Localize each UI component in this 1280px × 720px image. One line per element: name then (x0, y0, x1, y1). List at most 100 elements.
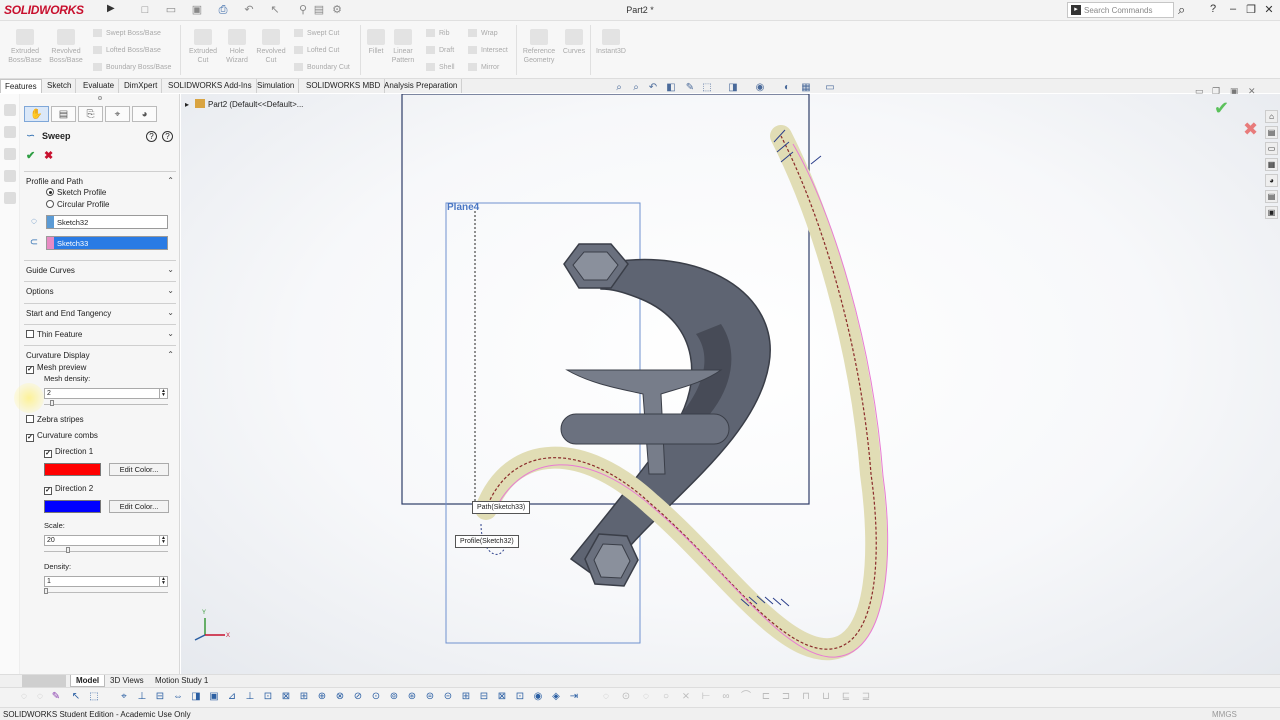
property-manager-tab[interactable]: ✋ (24, 106, 49, 122)
tool-icon[interactable]: ⊕ (316, 691, 328, 703)
tool-icon[interactable]: ⊓ (800, 691, 812, 703)
tool-icon[interactable]: ⊿ (226, 691, 238, 703)
swept-cut-button[interactable]: Swept Cut (294, 29, 339, 37)
direction2-checkbox[interactable]: ✓ Direction 2 (44, 484, 93, 495)
tool-icon[interactable]: ◌ (34, 691, 46, 703)
curves-button[interactable]: Curves (561, 29, 587, 56)
tool-icon[interactable]: ⊜ (424, 691, 436, 703)
zoom-to-fit-icon[interactable]: ⌕ (613, 82, 625, 94)
sketch-profile-radio[interactable]: Sketch Profile (46, 188, 106, 197)
close-icon[interactable]: ✕ (1262, 3, 1276, 16)
tab-analysis-preparation[interactable]: Analysis Preparation (380, 79, 463, 93)
tool-icon[interactable]: ⊝ (442, 691, 454, 703)
tab-dimxpert[interactable]: DimXpert (120, 79, 163, 93)
rib-button[interactable]: Rib (426, 29, 450, 37)
tool-icon[interactable]: ⊢ (700, 691, 712, 703)
hide-show-items-icon[interactable]: ◉ (754, 82, 766, 94)
tool-icon[interactable]: ◉ (532, 691, 544, 703)
panel-grip[interactable] (98, 96, 102, 100)
tool-icon[interactable]: ⊒ (860, 691, 872, 703)
open-icon[interactable]: ▭ (164, 3, 178, 17)
section-start-end-tangency[interactable]: Start and End Tangency ⌄ (24, 303, 176, 321)
tab-model[interactable]: Model (70, 675, 106, 687)
save-icon[interactable]: ▣ (190, 3, 204, 17)
edit-color-button-1[interactable]: Edit Color... (109, 463, 169, 476)
spin-arrows-icon[interactable]: ▲ ▼ (159, 577, 167, 586)
ok-button[interactable]: ✔ (26, 149, 35, 162)
tool-icon[interactable]: ⊥ (244, 691, 256, 703)
tool-icon[interactable]: ↖ (70, 691, 82, 703)
linear-pattern-button[interactable]: Linear Pattern (389, 29, 417, 65)
tab-solidworks-add-ins[interactable]: SOLIDWORKS Add-Ins (164, 79, 257, 93)
slider-knob[interactable] (66, 547, 71, 553)
revolved-boss-button[interactable]: Revolved Boss/Base (47, 29, 85, 65)
tool-icon[interactable]: ⊑ (840, 691, 852, 703)
graphics-area[interactable]: ▸ Part2 (Default<<Default>... Y X Plane4 … (181, 94, 1280, 674)
appearances-icon[interactable]: ◕ (1265, 174, 1278, 187)
extruded-boss-button[interactable]: Extruded Boss/Base (6, 29, 44, 65)
tab-3d-views[interactable]: 3D Views (105, 675, 149, 687)
tool-icon[interactable]: ⌖ (118, 691, 130, 703)
hole-wizard-button[interactable]: Hole Wizard (218, 29, 256, 65)
tool-icon[interactable]: ◨ (190, 691, 202, 703)
configuration-tab[interactable]: ⎘ (78, 106, 103, 122)
section-view-icon[interactable]: ◧ (665, 82, 677, 94)
feature-tree-tab[interactable]: ▤ (51, 106, 76, 122)
display-manager-tab[interactable]: ◕ (132, 106, 157, 122)
instant3d-button[interactable]: Instant3D (593, 29, 629, 56)
slider-knob[interactable] (44, 588, 48, 594)
path-selection-box[interactable]: Sketch33 (46, 236, 168, 250)
shell-button[interactable]: Shell (426, 63, 455, 71)
mesh-preview-checkbox[interactable]: ✓ Mesh preview (26, 363, 86, 374)
tool-icon[interactable]: ⊙ (620, 691, 632, 703)
section-curvature-display[interactable]: Curvature Display ⌃ (24, 345, 176, 363)
tool-icon[interactable]: ⬚ (88, 691, 100, 703)
custom-properties-icon[interactable]: ▤ (1265, 190, 1278, 203)
tab-features[interactable]: Features (0, 79, 42, 93)
circular-profile-radio[interactable]: Circular Profile (46, 200, 109, 209)
intersect-button[interactable]: Intersect (468, 46, 508, 54)
scroll-tabs-icon[interactable] (22, 675, 66, 687)
tool-icon[interactable]: ⊞ (460, 691, 472, 703)
swept-boss-button[interactable]: Swept Boss/Base (93, 29, 161, 37)
tool-icon[interactable]: ▣ (208, 691, 220, 703)
scale-slider[interactable] (44, 546, 168, 553)
display-style-icon[interactable]: ◨ (727, 82, 739, 94)
curvature-combs-checkbox[interactable]: ✓ Curvature combs (26, 431, 98, 442)
tool-icon[interactable]: ⊟ (154, 691, 166, 703)
rebuild-icon[interactable]: ⚲ (296, 3, 310, 17)
tool-icon[interactable]: ∞ (720, 691, 732, 703)
cancel-button[interactable]: ✖ (44, 149, 53, 162)
solidworks-logo[interactable]: SOLIDWORKS (4, 3, 84, 17)
confirm-cancel-icon[interactable]: ✖ (1243, 119, 1258, 140)
reference-geometry-button[interactable]: Reference Geometry (519, 29, 559, 65)
tool-icon[interactable]: ⇥ (568, 691, 580, 703)
restore-icon[interactable]: ❐ (1244, 3, 1258, 16)
help-icon[interactable]: ? (146, 131, 157, 142)
tool-icon[interactable]: ⊔ (820, 691, 832, 703)
tool-icon[interactable]: ⊘ (352, 691, 364, 703)
units-indicator[interactable]: MMGS (1212, 710, 1237, 719)
feature-manager-icon[interactable] (4, 104, 16, 116)
undo-icon[interactable]: ↶ (242, 3, 256, 17)
tool-icon[interactable]: ⊛ (406, 691, 418, 703)
solidworks-resources-icon[interactable]: ⌂ (1265, 110, 1278, 123)
spin-arrows-icon[interactable]: ▲ ▼ (159, 536, 167, 545)
profile-selection-box[interactable]: Sketch32 (46, 215, 168, 229)
tool-icon[interactable]: ⊐ (780, 691, 792, 703)
tool-icon[interactable]: ⊏ (760, 691, 772, 703)
tab-evaluate[interactable]: Evaluate (79, 79, 120, 93)
path-callout[interactable]: Path(Sketch33) (472, 501, 531, 514)
profile-callout[interactable]: Profile(Sketch32) (455, 535, 519, 548)
tab-simulation[interactable]: Simulation (253, 79, 300, 93)
tool-icon[interactable]: ⊡ (514, 691, 526, 703)
tool-icon[interactable]: ○ (660, 691, 672, 703)
tool-icon[interactable]: ⨯ (680, 691, 692, 703)
tool-icon[interactable]: ⊙ (370, 691, 382, 703)
tool-icon[interactable]: ⇔ (172, 691, 184, 703)
view-palette-icon[interactable]: ▦ (1265, 158, 1278, 171)
tool-icon[interactable]: ◌ (600, 691, 612, 703)
zoom-area-icon[interactable]: ⌕ (630, 82, 642, 94)
file-explorer-icon[interactable]: ▭ (1265, 142, 1278, 155)
edit-color-button-2[interactable]: Edit Color... (109, 500, 169, 513)
